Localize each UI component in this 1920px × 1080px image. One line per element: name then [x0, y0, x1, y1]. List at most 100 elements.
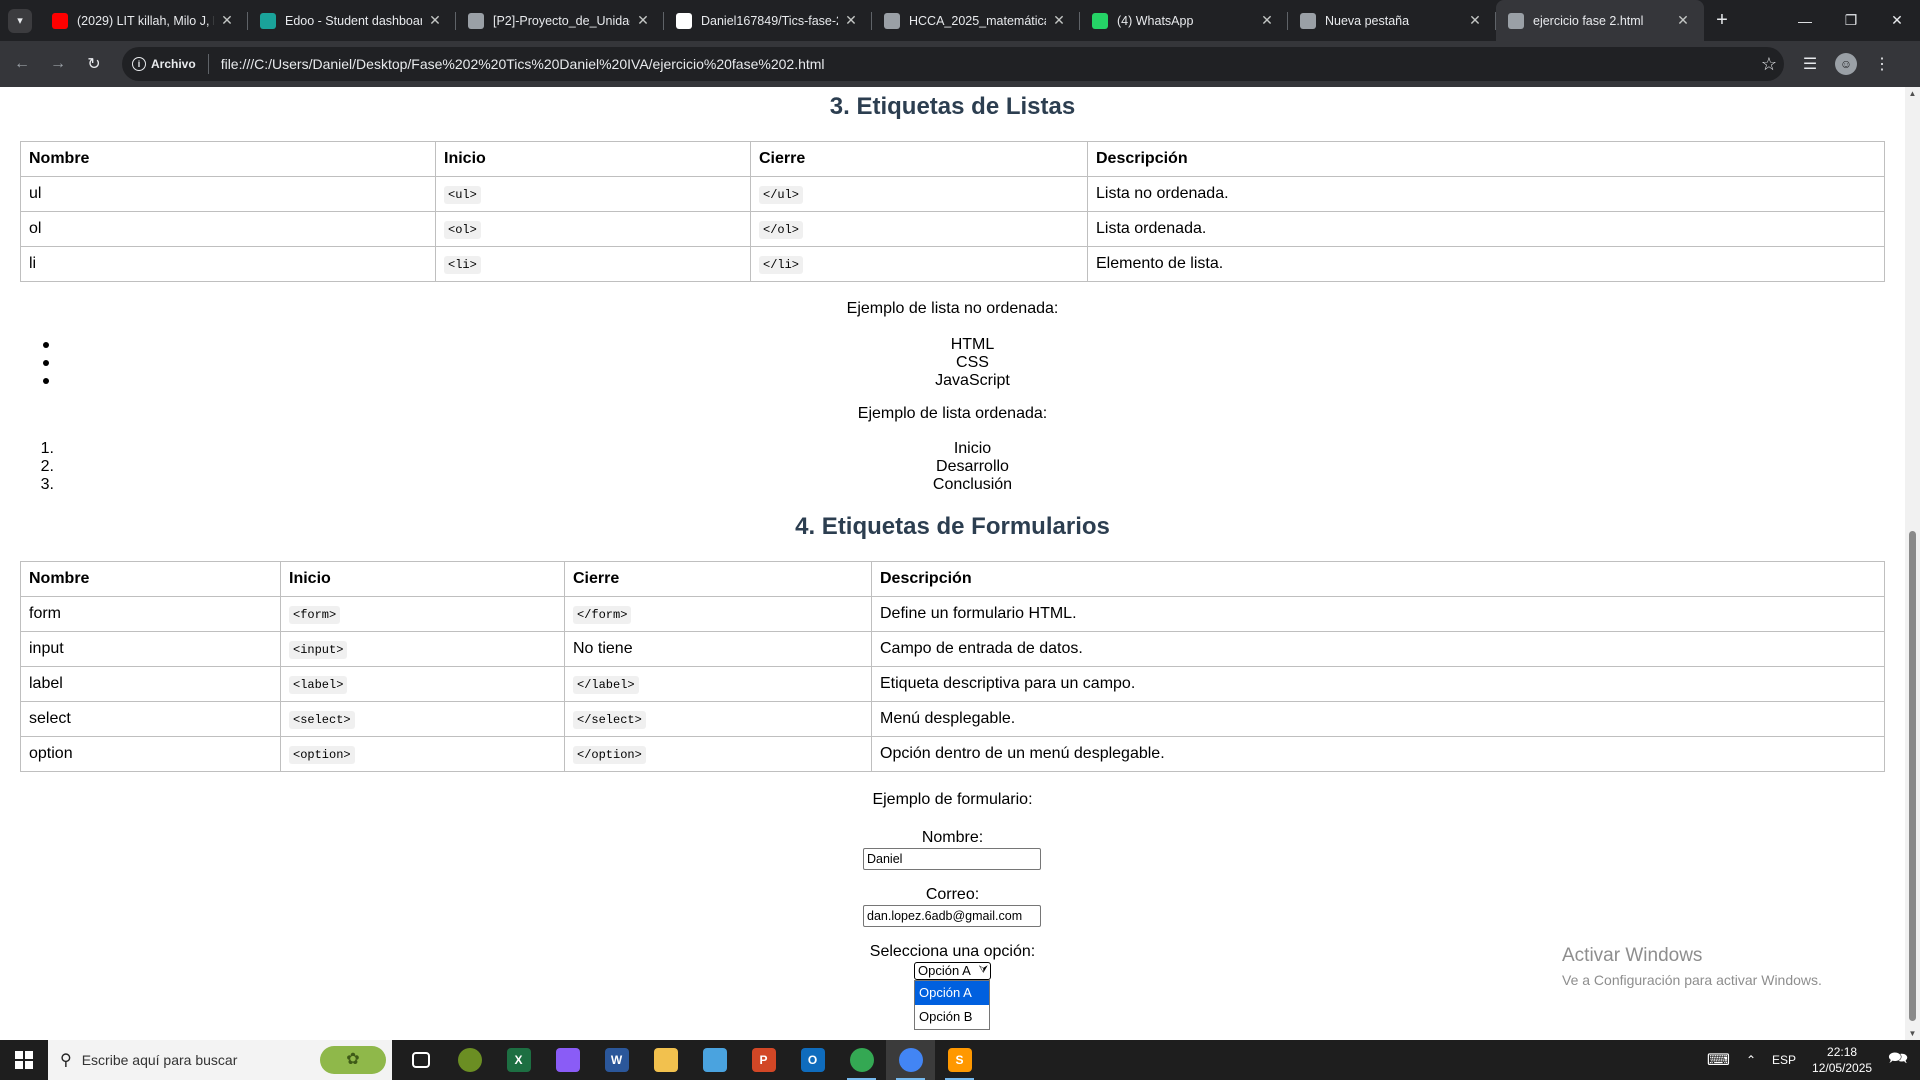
reload-button[interactable]: ↻: [80, 50, 108, 78]
whatsapp-icon: [1092, 12, 1108, 29]
select-option[interactable]: Opción A: [915, 981, 989, 1005]
scrollbar-thumb[interactable]: [1909, 531, 1916, 1021]
browser-tab[interactable]: (2029) LIT killah, Milo J, Rei ✕: [40, 0, 248, 41]
taskbar-app-button[interactable]: W: [592, 1040, 641, 1080]
name-label: Nombre:: [921, 829, 984, 846]
tag-description-cell: Define un formulario HTML.: [871, 596, 1885, 632]
ordered-list-caption: Ejemplo de lista ordenada:: [857, 405, 1048, 422]
taskbar-app-button[interactable]: [543, 1040, 592, 1080]
ordered-list-example: 1. Inicio 2. Desarrollo 3. Conclusión: [0, 440, 1905, 494]
window-controls: — ❐ ✕: [1782, 0, 1920, 41]
list-item-text: CSS: [956, 354, 989, 371]
close-tab-icon[interactable]: ✕: [1258, 12, 1276, 29]
start-button[interactable]: [0, 1040, 48, 1080]
taskbar-app-button[interactable]: [837, 1040, 886, 1080]
address-bar[interactable]: i Archivo file:///C:/Users/Daniel/Deskto…: [122, 47, 1784, 81]
tag-name-cell: select: [20, 701, 281, 737]
tag-close-cell: </ul>: [750, 176, 1088, 212]
new-tab-button[interactable]: +: [1704, 0, 1740, 41]
site-info-chip[interactable]: i Archivo: [132, 54, 209, 74]
profile-button[interactable]: ☺: [1828, 46, 1864, 82]
close-tab-icon[interactable]: ✕: [218, 12, 236, 29]
name-input[interactable]: Daniel: [863, 848, 1041, 870]
close-tab-icon[interactable]: ✕: [842, 12, 860, 29]
list-item: CSS: [0, 354, 1905, 372]
browser-tab[interactable]: [P2]-Proyecto_de_Unidad_ ✕: [456, 0, 664, 41]
restore-button[interactable]: ❐: [1828, 0, 1874, 41]
table-header-row: Nombre Inicio Cierre Descripción: [20, 561, 1885, 597]
windows-taskbar: ⚲ Escribe aquí para buscar ✿ X W PO S ⌨ ⌃ E…: [0, 1040, 1920, 1080]
table-row: ol <ol> </ol> Lista ordenada.: [20, 211, 1885, 247]
table-row: option <option> </option> Opción dentro de …: [20, 736, 1885, 772]
keyboard-icon[interactable]: ⌨: [1699, 1050, 1738, 1070]
browser-tab[interactable]: Daniel167849/Tics-fase-2- ✕: [664, 0, 872, 41]
tag-close-cell: </option>: [564, 736, 872, 772]
tab-search-button[interactable]: ▾: [0, 0, 40, 41]
tab-title: ejercicio fase 2.html: [1533, 13, 1644, 28]
tag-open-code: <select>: [289, 711, 355, 729]
tag-description-cell: Opción dentro de un menú desplegable.: [871, 736, 1885, 772]
taskbar-app-button[interactable]: [690, 1040, 739, 1080]
close-tab-icon[interactable]: ✕: [1674, 12, 1692, 29]
arrow-left-icon: ←: [14, 55, 30, 72]
close-tab-icon[interactable]: ✕: [426, 12, 444, 29]
select-dropdown-list: Opción A Opción B: [914, 980, 990, 1030]
taskbar-app-button[interactable]: [886, 1040, 935, 1080]
taskbar-app-button[interactable]: [396, 1040, 445, 1080]
close-window-button[interactable]: ✕: [1874, 0, 1920, 41]
browser-tab[interactable]: ejercicio fase 2.html ✕: [1496, 0, 1704, 41]
powerpoint-icon: P: [751, 1048, 776, 1072]
sublime-text-icon: S: [947, 1048, 972, 1072]
scroll-up-icon[interactable]: ▲: [1905, 89, 1920, 98]
close-tab-icon[interactable]: ✕: [634, 12, 652, 29]
list-item: 2. Desarrollo: [0, 458, 1905, 476]
close-tab-icon[interactable]: ✕: [1050, 12, 1068, 29]
tag-close-cell: No tiene: [564, 631, 872, 667]
back-button[interactable]: ←: [8, 50, 36, 78]
column-header: Descripción: [871, 561, 1885, 597]
tag-name-cell: input: [20, 631, 281, 667]
clock[interactable]: 22:18 12/05/2025: [1804, 1044, 1880, 1076]
tag-open-code: <ol>: [444, 221, 481, 239]
bookmark-star-icon[interactable]: ☆: [1754, 54, 1784, 75]
taskbar-app-button[interactable]: X: [494, 1040, 543, 1080]
page-scrollbar[interactable]: ▲ ▼: [1905, 87, 1920, 1040]
notifications-icon[interactable]: 🗪: [1880, 1047, 1920, 1074]
show-hidden-icons-chevron-up-icon[interactable]: ⌃: [1738, 1053, 1764, 1067]
search-highlight-icon: ✿: [320, 1046, 386, 1074]
browser-tab[interactable]: (4) WhatsApp ✕: [1080, 0, 1288, 41]
tag-close-code: </form>: [573, 606, 632, 624]
taskbar-app-button[interactable]: O: [788, 1040, 837, 1080]
media-controls-icon[interactable]: ☰: [1792, 46, 1828, 82]
taskbar-app-button[interactable]: S: [935, 1040, 984, 1080]
tag-open-cell: <input>: [280, 631, 565, 667]
browser-tab[interactable]: Nueva pestaña ✕: [1288, 0, 1496, 41]
minimize-button[interactable]: —: [1782, 0, 1828, 41]
taskbar-search-box[interactable]: ⚲ Escribe aquí para buscar ✿: [48, 1040, 392, 1080]
browser-toolbar: ← → ↻ i Archivo file:///C:/Users/Daniel/…: [0, 41, 1920, 87]
column-header: Inicio: [280, 561, 565, 597]
taskbar-app-button[interactable]: P: [739, 1040, 788, 1080]
taskbar-app-button[interactable]: [641, 1040, 690, 1080]
taskbar-app-button[interactable]: [445, 1040, 494, 1080]
close-tab-icon[interactable]: ✕: [1466, 12, 1484, 29]
search-icon: ⚲: [60, 1052, 72, 1069]
site-info-label: Archivo: [151, 57, 196, 71]
github-icon: [676, 12, 692, 29]
tag-open-code: <li>: [444, 256, 481, 274]
select-option[interactable]: Opción B: [915, 1005, 989, 1029]
tag-open-code: <form>: [289, 606, 341, 624]
taskbar-search-placeholder: Escribe aquí para buscar: [81, 1052, 238, 1068]
tag-open-cell: <ul>: [435, 176, 751, 212]
url-text[interactable]: file:///C:/Users/Daniel/Desktop/Fase%202…: [221, 56, 1754, 72]
language-indicator[interactable]: ESP: [1764, 1053, 1804, 1067]
tag-open-code: <option>: [289, 746, 355, 764]
forward-button[interactable]: →: [44, 50, 72, 78]
scroll-down-icon[interactable]: ▼: [1905, 1029, 1920, 1038]
email-input[interactable]: dan.lopez.6adb@gmail.com: [863, 905, 1041, 927]
browser-tab[interactable]: Edoo - Student dashboard ✕: [248, 0, 456, 41]
menu-kebab-icon[interactable]: ⋮: [1864, 46, 1900, 82]
option-select[interactable]: Opción A ⮛: [914, 962, 991, 980]
tag-close-code: </ol>: [759, 221, 804, 239]
browser-tab[interactable]: HCCA_2025_matemática-2 ✕: [872, 0, 1080, 41]
